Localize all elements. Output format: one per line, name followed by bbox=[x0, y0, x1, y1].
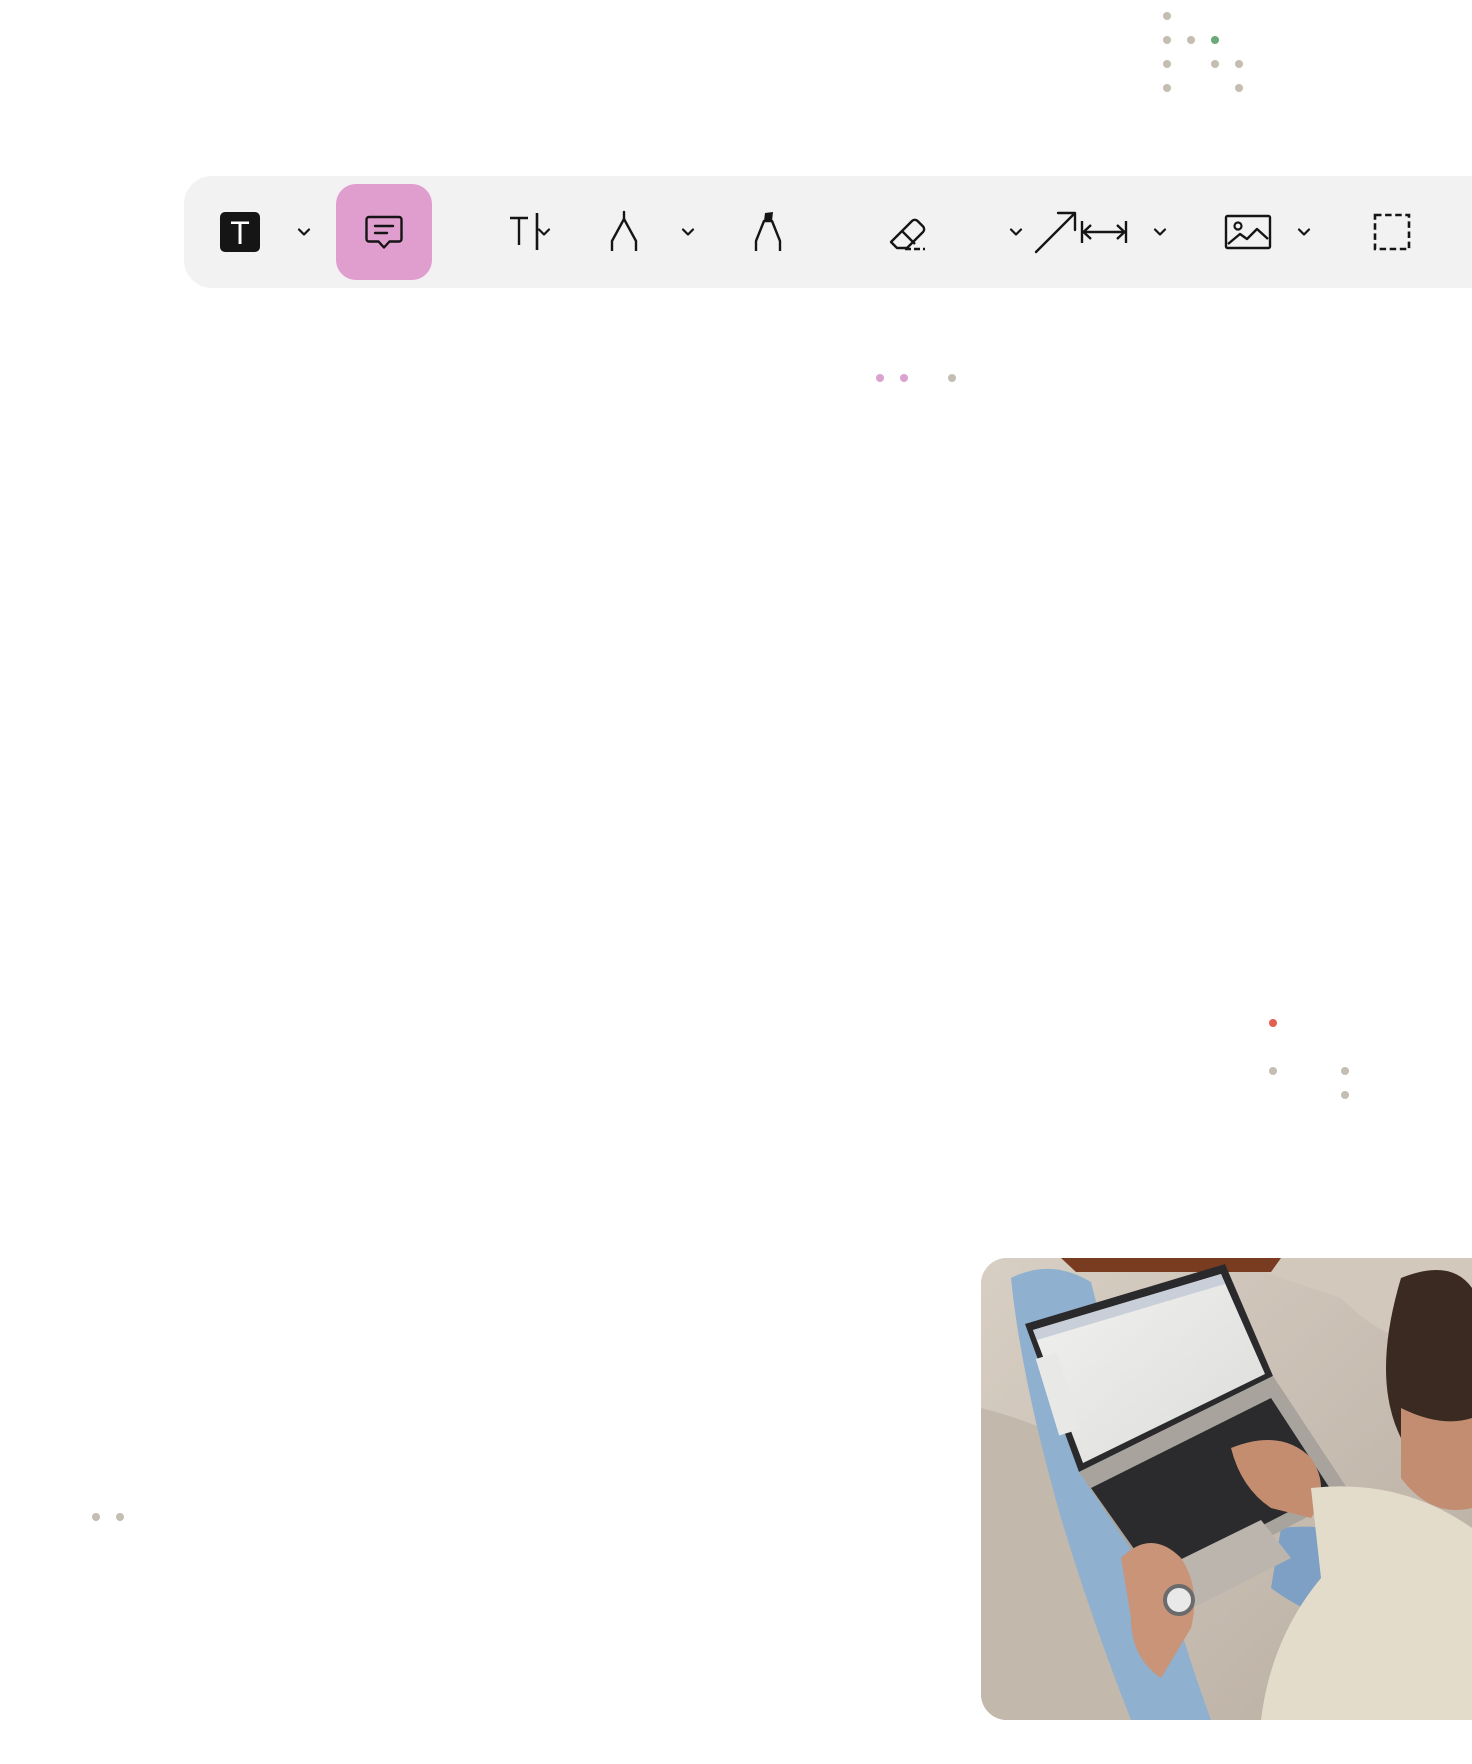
decorative-dot bbox=[1163, 36, 1171, 44]
pen-nib-icon bbox=[610, 210, 638, 251]
image-dropdown-button[interactable] bbox=[1284, 212, 1324, 252]
laptop-photo-illustration bbox=[981, 1258, 1472, 1720]
chevron-down-icon bbox=[681, 228, 695, 236]
pen-tool-button[interactable] bbox=[576, 184, 672, 280]
eraser-icon bbox=[889, 218, 926, 251]
pen-dropdown-button[interactable] bbox=[668, 212, 708, 252]
decorative-dot-green bbox=[1211, 36, 1219, 44]
selection-tool-button[interactable] bbox=[1344, 184, 1440, 280]
decorative-dot bbox=[1187, 36, 1195, 44]
text-cursor-dropdown-button[interactable] bbox=[524, 212, 564, 252]
decorative-dot bbox=[948, 374, 956, 382]
decorative-dot bbox=[1211, 60, 1219, 68]
text-style-dropdown-button[interactable] bbox=[284, 212, 324, 252]
decorative-dot bbox=[1235, 60, 1243, 68]
highlighter-tool-button[interactable] bbox=[720, 184, 816, 280]
chevron-down-icon bbox=[297, 228, 311, 236]
annotation-toolbar: T bbox=[184, 176, 1472, 288]
chevron-down-icon bbox=[1009, 228, 1023, 236]
comment-tool-button[interactable] bbox=[336, 184, 432, 280]
text-box-icon: T bbox=[220, 212, 260, 252]
decorative-dot-red bbox=[1269, 1019, 1277, 1027]
measure-tool-button[interactable] bbox=[1056, 184, 1152, 280]
decorative-dot bbox=[1163, 12, 1171, 20]
person-typing-on-laptop-photo bbox=[981, 1258, 1472, 1720]
decorative-dot bbox=[1235, 84, 1243, 92]
image-tool-button[interactable] bbox=[1200, 184, 1296, 280]
image-icon bbox=[1224, 214, 1272, 250]
decorative-dot-pink bbox=[900, 374, 908, 382]
decorative-dot bbox=[116, 1513, 124, 1521]
selection-icon bbox=[1373, 213, 1411, 251]
arrow-dropdown-button[interactable] bbox=[996, 212, 1036, 252]
measure-dropdown-button[interactable] bbox=[1140, 212, 1180, 252]
text-style-tool-button[interactable]: T bbox=[192, 184, 288, 280]
decorative-dot bbox=[1163, 84, 1171, 92]
comment-icon bbox=[365, 215, 403, 249]
eraser-tool-button[interactable] bbox=[864, 184, 960, 280]
decorative-dot bbox=[1163, 60, 1171, 68]
decorative-dot bbox=[92, 1513, 100, 1521]
decorative-dot bbox=[1269, 1067, 1277, 1075]
decorative-dot bbox=[1341, 1067, 1349, 1075]
measure-icon bbox=[1080, 221, 1128, 243]
chevron-down-icon bbox=[1297, 228, 1311, 236]
text-box-glyph: T bbox=[230, 215, 250, 251]
highlighter-icon bbox=[754, 212, 782, 251]
decorative-dot-pink bbox=[876, 374, 884, 382]
decorative-dot bbox=[1341, 1091, 1349, 1099]
chevron-down-icon bbox=[537, 228, 551, 236]
chevron-down-icon bbox=[1153, 228, 1167, 236]
